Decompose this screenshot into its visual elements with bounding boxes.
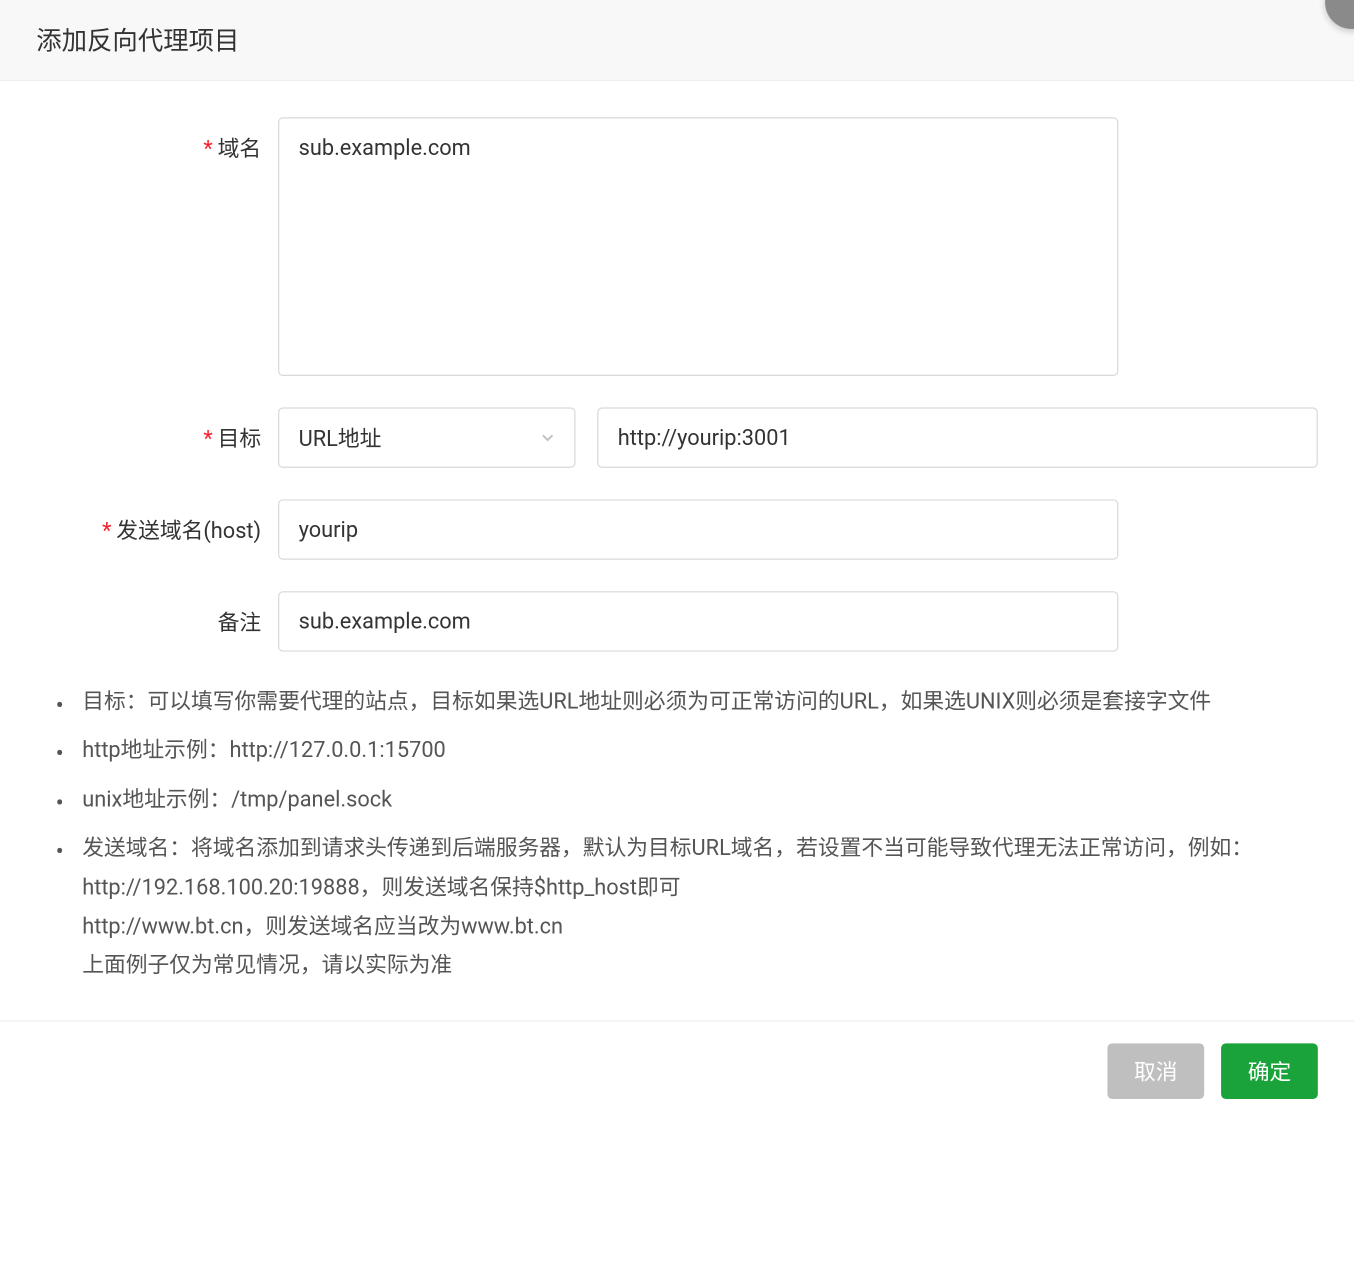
confirm-button[interactable]: 确定 (1221, 1043, 1318, 1099)
target-type-value: URL地址 (299, 422, 382, 453)
domain-textarea[interactable] (278, 117, 1118, 376)
help-list: 目标：可以填写你需要代理的站点，目标如果选URL地址则必须为可正常访问的URL，… (36, 683, 1318, 986)
form-row-send-host: *发送域名(host) (36, 499, 1318, 559)
dialog-title: 添加反向代理项目 (36, 22, 1318, 58)
required-marker: * (203, 427, 212, 452)
target-url-input[interactable] (597, 407, 1318, 467)
required-marker: * (102, 519, 111, 544)
required-marker: * (203, 137, 212, 162)
cancel-button[interactable]: 取消 (1107, 1043, 1204, 1099)
help-item-target: 目标：可以填写你需要代理的站点，目标如果选URL地址则必须为可正常访问的URL，… (48, 683, 1317, 722)
help-item-http-example: http地址示例：http://127.0.0.1:15700 (48, 732, 1317, 771)
help-item-unix-example: unix地址示例：/tmp/panel.sock (48, 781, 1317, 820)
chevron-down-icon (540, 430, 555, 445)
remark-input[interactable] (278, 591, 1118, 651)
target-type-select[interactable]: URL地址 (278, 407, 575, 467)
dialog-body: *域名 *目标 URL地址 *发送域名(host) (0, 81, 1354, 1020)
close-icon[interactable] (1325, 0, 1354, 29)
form-row-domain: *域名 (36, 117, 1318, 376)
send-host-label: *发送域名(host) (36, 499, 278, 545)
form-row-target: *目标 URL地址 (36, 407, 1318, 467)
remark-label: 备注 (36, 591, 278, 637)
target-label: *目标 (36, 407, 278, 453)
help-item-send-host: 发送域名：将域名添加到请求头传递到后端服务器，默认为目标URL域名，若设置不当可… (48, 830, 1317, 987)
add-reverse-proxy-dialog: 添加反向代理项目 *域名 *目标 URL地址 (0, 0, 1354, 1120)
domain-label: *域名 (36, 117, 278, 163)
form-row-remark: 备注 (36, 591, 1318, 651)
dialog-header: 添加反向代理项目 (0, 0, 1354, 81)
dialog-footer: 取消 确定 (0, 1020, 1354, 1120)
send-host-input[interactable] (278, 499, 1118, 559)
